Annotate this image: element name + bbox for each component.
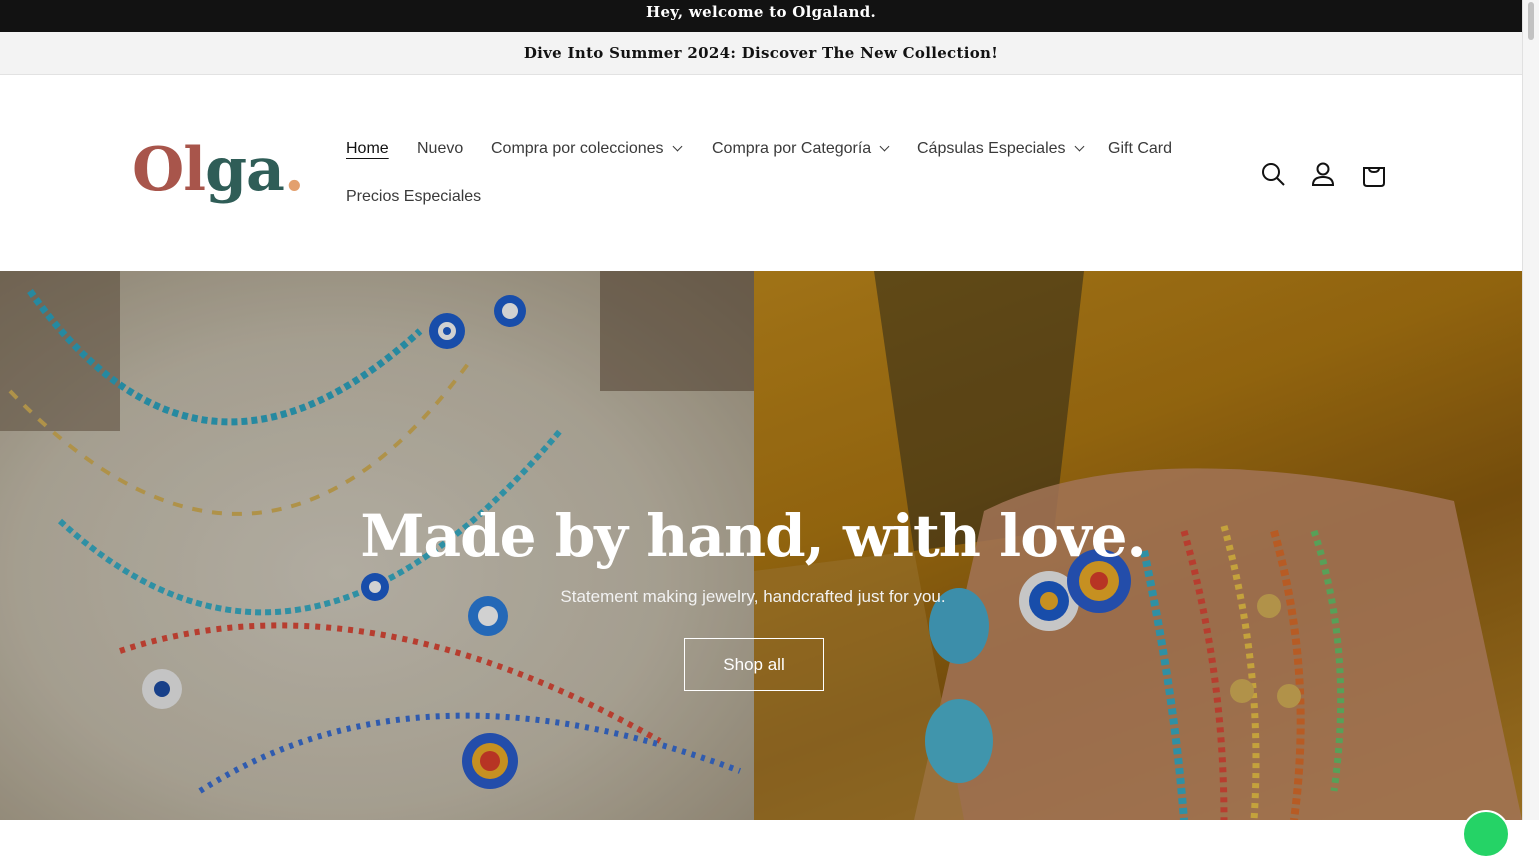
shop-all-button[interactable]: Shop all bbox=[684, 638, 824, 691]
account-icon[interactable] bbox=[1308, 159, 1338, 189]
nav-item-label: Precios Especiales bbox=[346, 188, 482, 205]
welcome-text: Hey, welcome to Olgaland. bbox=[645, 3, 877, 21]
nav-item-label: Cápsulas Especiales bbox=[917, 140, 1066, 157]
chevron-down-icon bbox=[672, 141, 682, 152]
nav-item-home[interactable]: Home bbox=[346, 140, 389, 158]
scrollbar-thumb[interactable] bbox=[1528, 2, 1534, 40]
search-icon[interactable] bbox=[1258, 159, 1288, 189]
nav-item-label: Compra por colecciones bbox=[491, 140, 664, 157]
announcement-bar[interactable]: Dive Into Summer 2024: Discover The New … bbox=[0, 32, 1522, 75]
nav-item-nuevo[interactable]: Nuevo bbox=[417, 140, 463, 158]
nav-item-compra-por-categoria[interactable]: Compra por Categoría bbox=[712, 140, 890, 158]
announcement-text[interactable]: Dive Into Summer 2024: Discover The New … bbox=[524, 44, 998, 62]
chat-widget-icon[interactable] bbox=[1462, 810, 1510, 858]
nav-item-precios-especiales[interactable]: Precios Especiales bbox=[346, 188, 481, 206]
nav-item-label: Home bbox=[346, 140, 389, 157]
site-header: Olga. Home Nuevo Compra por colecciones … bbox=[0, 75, 1522, 271]
cart-icon[interactable] bbox=[1359, 159, 1389, 189]
nav-item-gift-card[interactable]: Gift Card bbox=[1108, 140, 1172, 158]
chevron-down-icon bbox=[1074, 141, 1084, 152]
nav-item-label: Compra por Categoría bbox=[712, 140, 872, 157]
hero-title: Made by hand, with love. bbox=[360, 502, 1146, 570]
nav-item-capsulas-especiales[interactable]: Cápsulas Especiales bbox=[917, 140, 1084, 158]
hero-banner: Made by hand, with love. Statement makin… bbox=[0, 271, 1522, 820]
page-scrollbar[interactable] bbox=[1522, 0, 1539, 820]
olga-logo[interactable]: Olga. bbox=[132, 135, 305, 205]
welcome-bar: Hey, welcome to Olgaland. bbox=[0, 0, 1522, 32]
nav-item-label: Gift Card bbox=[1108, 140, 1173, 157]
hero-subtitle: Statement making jewelry, handcrafted ju… bbox=[560, 587, 946, 606]
nav-item-label: Nuevo bbox=[417, 140, 464, 157]
chevron-down-icon bbox=[879, 141, 890, 152]
nav-item-compra-por-colecciones[interactable]: Compra por colecciones bbox=[491, 140, 682, 158]
